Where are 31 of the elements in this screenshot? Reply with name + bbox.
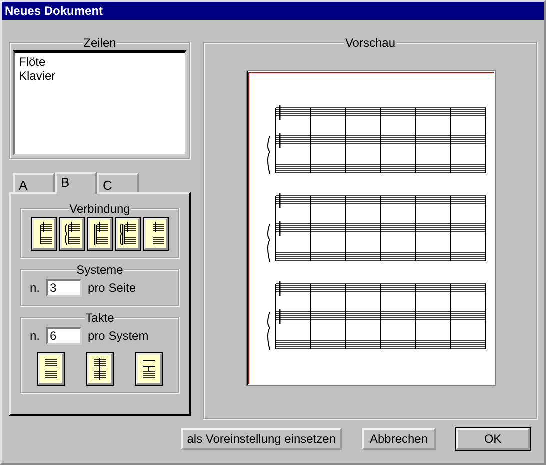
list-item[interactable]: Klavier: [19, 69, 56, 83]
tab[interactable]: B: [55, 172, 97, 194]
systems-input[interactable]: 3: [46, 279, 82, 297]
connection-button[interactable]: [116, 218, 140, 250]
tab[interactable]: C: [97, 173, 139, 192]
group-title: Systeme: [76, 263, 124, 277]
dialog-button[interactable]: Abbrechen: [362, 428, 436, 450]
connection-button[interactable]: [60, 218, 84, 250]
field-label: pro System: [88, 329, 149, 343]
tab[interactable]: A: [13, 173, 55, 192]
window-title: Neues Dokument: [2, 2, 544, 20]
staff-connection-icon: [119, 222, 137, 246]
list-item[interactable]: Flöte: [19, 55, 46, 69]
dialog-button[interactable]: als Voreinstellung einsetzen: [181, 428, 342, 450]
field-label: n.: [30, 329, 40, 343]
staff-connection-icon: [63, 222, 81, 246]
layout-button[interactable]: [86, 353, 113, 385]
dialog-button[interactable]: OK: [456, 428, 530, 450]
layout-button[interactable]: [38, 353, 64, 385]
connection-button[interactable]: [144, 218, 168, 250]
measures-input[interactable]: 6: [46, 327, 82, 345]
group-title: Zeilen: [82, 36, 118, 50]
connection-button[interactable]: [88, 218, 112, 250]
list-box[interactable]: Flöte Klavier: [13, 50, 187, 156]
field-label: n.: [30, 281, 40, 295]
connection-button[interactable]: [32, 218, 56, 250]
field-label: pro Seite: [88, 281, 136, 295]
layout-button[interactable]: [136, 353, 162, 385]
group-title: Vorschau: [344, 36, 397, 50]
group-title: Takte: [84, 311, 116, 325]
group-title: Verbindung: [68, 202, 132, 216]
